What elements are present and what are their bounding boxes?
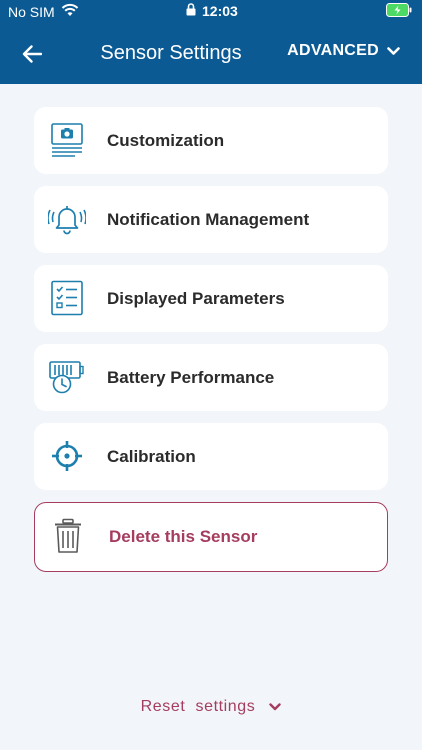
menu-item-displayed-parameters[interactable]: Displayed Parameters: [34, 265, 388, 332]
reset-settings-button[interactable]: Reset settings: [0, 698, 422, 716]
settings-menu: Customization Notification Management Di…: [34, 107, 388, 584]
app-header: No SIM 12:03 Sensor Settings ADVANCED: [0, 0, 422, 84]
battery-clock-icon: [48, 358, 86, 396]
status-left: No SIM: [8, 3, 79, 20]
advanced-label: ADVANCED: [287, 42, 379, 59]
lock-icon: [186, 3, 196, 19]
menu-item-label: Notification Management: [107, 209, 310, 229]
menu-item-label: Battery Performance: [107, 367, 275, 387]
trash-icon: [49, 517, 87, 555]
menu-item-calibration[interactable]: Calibration: [34, 423, 388, 490]
menu-item-label: Customization: [107, 130, 225, 150]
checklist-icon: [48, 279, 86, 317]
menu-item-notification-management[interactable]: Notification Management: [34, 186, 388, 253]
menu-item-customization[interactable]: Customization: [34, 107, 388, 174]
crosshair-icon: [48, 437, 86, 475]
menu-item-label: Displayed Parameters: [107, 288, 285, 308]
reset-settings-label: Reset settings: [140, 698, 256, 715]
delete-sensor-label: Delete this Sensor: [109, 527, 258, 546]
chevron-down-icon: [387, 46, 400, 55]
chevron-down-icon: [269, 703, 282, 711]
battery-icon: [386, 3, 412, 20]
delete-sensor-button[interactable]: Delete this Sensor: [34, 502, 388, 572]
bell-icon: [48, 200, 86, 238]
carrier-text: No SIM: [8, 3, 55, 20]
menu-item-label: Calibration: [107, 446, 196, 466]
status-center: 12:03: [186, 3, 238, 19]
customization-icon: [48, 121, 86, 159]
clock-text: 12:03: [202, 3, 238, 19]
navigation-bar: Sensor Settings ADVANCED: [0, 24, 422, 84]
menu-item-battery-performance[interactable]: Battery Performance: [34, 344, 388, 411]
status-bar: No SIM 12:03: [0, 0, 422, 24]
wifi-icon: [61, 3, 79, 20]
advanced-dropdown[interactable]: ADVANCED: [287, 42, 400, 60]
